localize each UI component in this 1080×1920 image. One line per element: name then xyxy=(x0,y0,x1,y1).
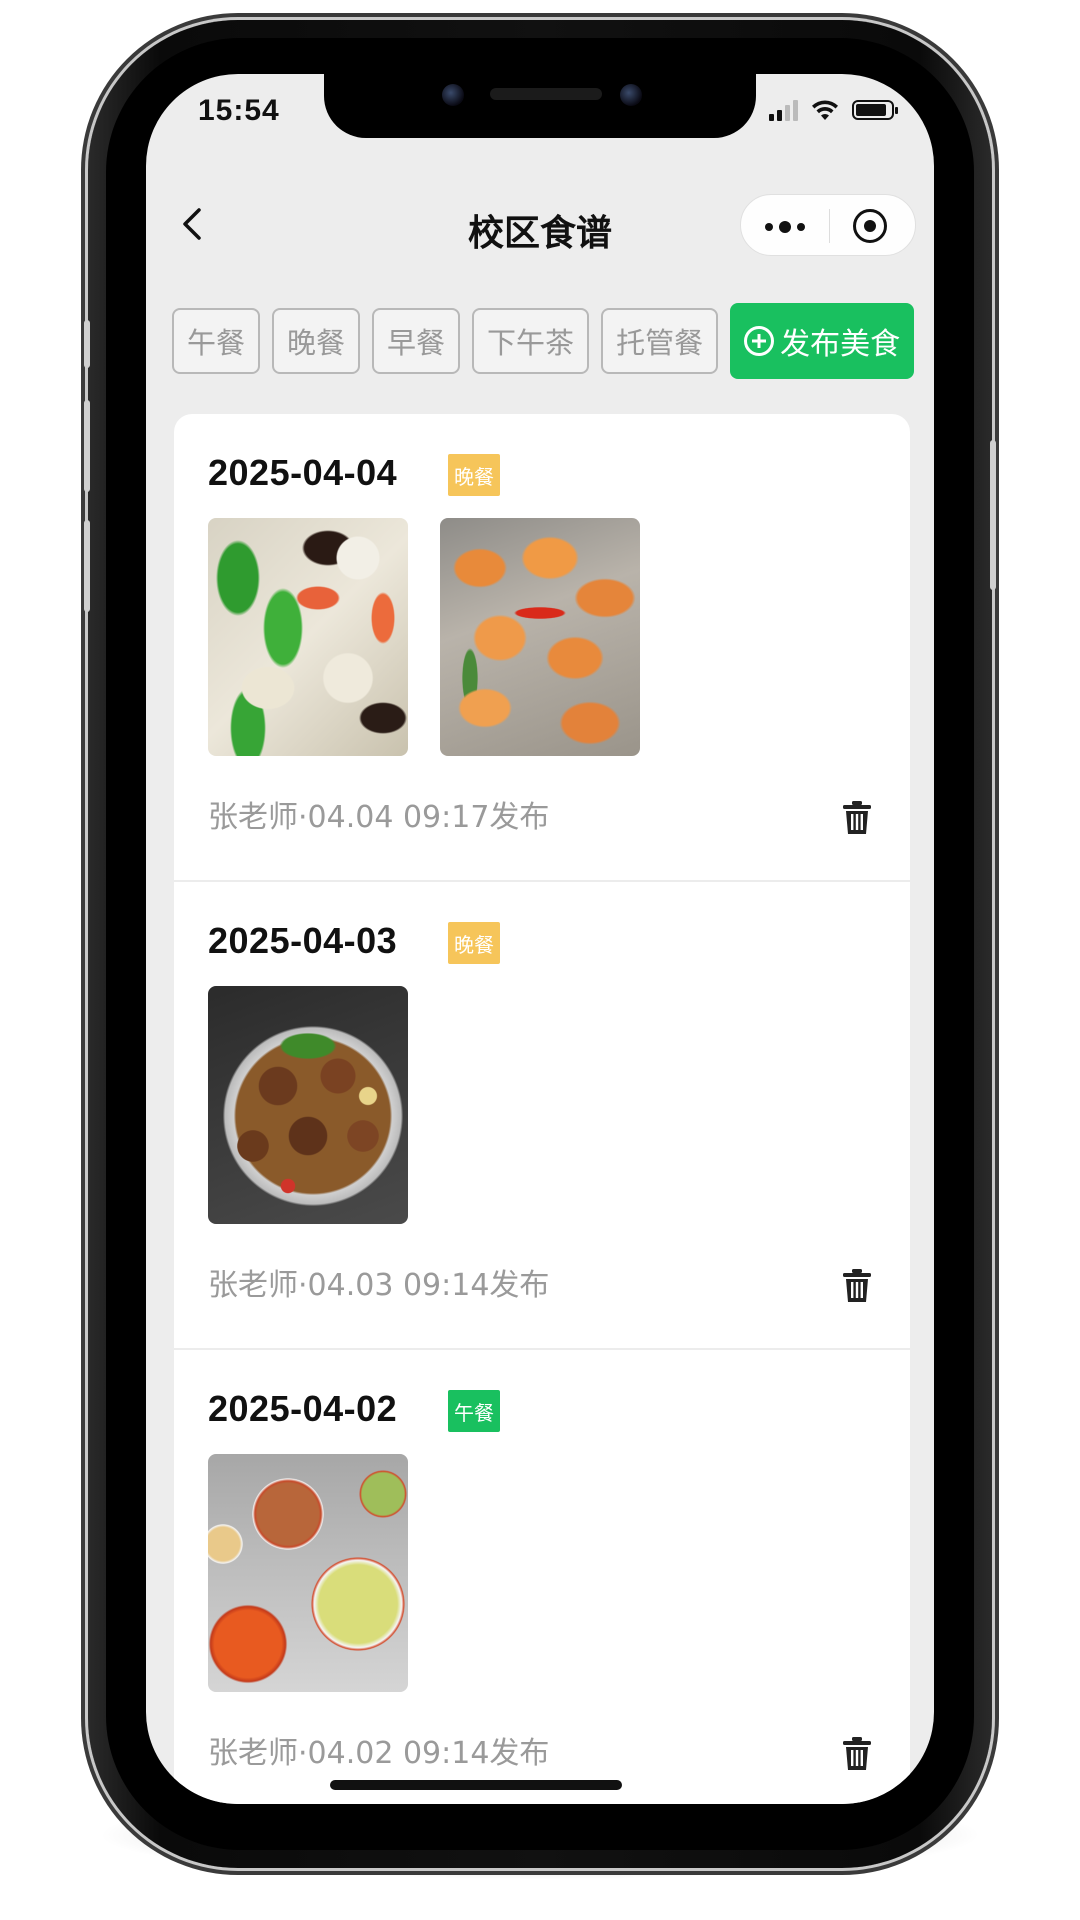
more-options-icon[interactable] xyxy=(765,221,805,233)
list-item: 2025-04-03 晚餐 张老师·04.03 09:14发布 xyxy=(174,882,910,1350)
publish-food-label: 发布美食 xyxy=(780,327,901,362)
post-photos xyxy=(208,1454,408,1692)
stir-fried-vegetables-photo[interactable] xyxy=(208,518,408,756)
post-photos xyxy=(208,518,640,756)
filter-dinner[interactable]: 晚餐 xyxy=(272,308,361,374)
capsule-divider xyxy=(829,209,830,243)
post-photos xyxy=(208,986,408,1224)
close-mini-program-icon[interactable] xyxy=(853,209,887,243)
app-screen: 15:54 校区食谱 午餐 晚餐 早餐 下午茶 托管餐 发布美食 2025-04… xyxy=(146,74,934,1804)
post-author-time: 张老师·04.03 09:14发布 xyxy=(208,1268,550,1303)
cellular-signal-icon xyxy=(769,99,798,121)
sensor-icon xyxy=(620,84,642,106)
braised-meat-stew-photo[interactable] xyxy=(208,986,408,1224)
speaker-grille xyxy=(490,88,602,100)
add-circle-icon xyxy=(744,326,775,356)
wifi-icon xyxy=(812,100,838,120)
canteen-buffet-photo[interactable] xyxy=(208,1454,408,1692)
list-item: 2025-04-04 晚餐 张老师·04.04 09:17发布 xyxy=(174,414,910,882)
volume-up-button xyxy=(84,400,90,492)
post-date: 2025-04-03 xyxy=(208,920,398,961)
post-date: 2025-04-02 xyxy=(208,1388,398,1429)
front-camera-icon xyxy=(442,84,464,106)
spicy-shrimp-photo[interactable] xyxy=(440,518,640,756)
meal-type-badge: 晚餐 xyxy=(448,454,500,496)
post-date: 2025-04-04 xyxy=(208,452,398,493)
list-item: 2025-04-02 午餐 张老师·04.02 09:14发布 xyxy=(174,1350,910,1804)
mute-switch xyxy=(84,320,90,368)
mini-program-capsule xyxy=(740,194,916,256)
status-time: 15:54 xyxy=(198,94,280,127)
meal-filter-bar: 午餐 晚餐 早餐 下午茶 托管餐 发布美食 xyxy=(172,302,915,380)
status-icons xyxy=(769,98,898,122)
post-author-time: 张老师·04.02 09:14发布 xyxy=(208,1736,550,1771)
notch xyxy=(324,74,756,138)
navigation-bar: 校区食谱 xyxy=(146,184,934,264)
home-indicator[interactable] xyxy=(330,1780,622,1790)
meal-type-badge: 晚餐 xyxy=(448,922,500,964)
filter-breakfast[interactable]: 早餐 xyxy=(372,308,461,374)
trash-icon[interactable] xyxy=(842,800,872,836)
meal-type-badge: 午餐 xyxy=(448,1390,500,1432)
trash-icon[interactable] xyxy=(842,1736,872,1772)
battery-icon xyxy=(852,100,898,120)
filter-afternoon-tea[interactable]: 下午茶 xyxy=(472,308,590,374)
trash-icon[interactable] xyxy=(842,1268,872,1304)
volume-down-button xyxy=(84,520,90,612)
filter-after-school-meal[interactable]: 托管餐 xyxy=(601,308,719,374)
filter-lunch[interactable]: 午餐 xyxy=(172,308,261,374)
post-author-time: 张老师·04.04 09:17发布 xyxy=(208,800,550,835)
publish-food-button[interactable]: 发布美食 xyxy=(730,303,915,379)
recipe-feed: 2025-04-04 晚餐 张老师·04.04 09:17发布 2025-04-… xyxy=(174,414,910,1804)
power-button xyxy=(990,440,996,590)
device-mockup: 15:54 校区食谱 午餐 晚餐 早餐 下午茶 托管餐 发布美食 2025-04… xyxy=(0,0,1080,1920)
